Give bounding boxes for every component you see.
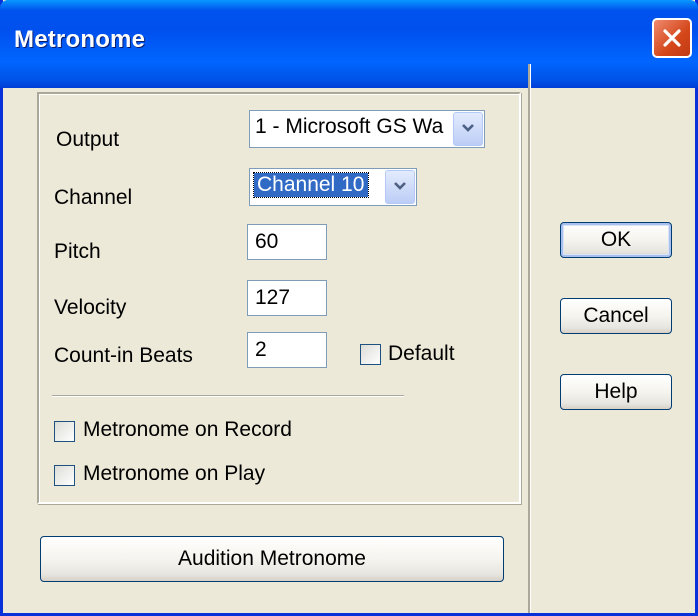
output-label: Output <box>56 128 120 151</box>
metronome-on-record-label[interactable]: Metronome on Record <box>83 418 292 442</box>
pitch-value: 60 <box>255 230 279 253</box>
metronome-dialog: Metronome Output 1 - Microsoft GS Wa Cha… <box>0 0 698 616</box>
vertical-divider <box>528 64 531 613</box>
metronome-on-record-checkbox[interactable] <box>54 421 75 442</box>
cancel-button-label: Cancel <box>583 304 649 327</box>
pitch-input[interactable]: 60 <box>247 224 327 260</box>
output-dropdown[interactable]: 1 - Microsoft GS Wa <box>249 110 485 148</box>
pitch-label: Pitch <box>54 240 101 263</box>
dialog-client-area: Output 1 - Microsoft GS Wa Channel Chann… <box>3 64 695 613</box>
count-in-beats-input[interactable]: 2 <box>247 332 327 368</box>
ok-button[interactable]: OK <box>560 222 672 258</box>
metronome-on-play-checkbox[interactable] <box>54 465 75 486</box>
cancel-button[interactable]: Cancel <box>560 298 672 334</box>
window-title: Metronome <box>14 26 146 53</box>
velocity-label: Velocity <box>54 296 127 319</box>
output-dropdown-button[interactable] <box>453 112 483 146</box>
chevron-down-icon <box>393 178 407 196</box>
channel-value: Channel 10 <box>252 172 370 198</box>
velocity-value: 127 <box>255 286 291 309</box>
ok-button-label: OK <box>600 228 632 251</box>
help-button-label: Help <box>594 380 638 403</box>
title-bar[interactable]: Metronome <box>0 0 698 88</box>
channel-dropdown-button[interactable] <box>385 170 415 204</box>
close-icon <box>661 27 683 49</box>
default-checkbox[interactable] <box>360 344 381 365</box>
audition-metronome-label: Audition Metronome <box>178 547 366 570</box>
audition-metronome-button[interactable]: Audition Metronome <box>40 536 504 582</box>
close-button[interactable] <box>652 18 692 58</box>
chevron-down-icon <box>461 120 475 138</box>
count-in-beats-value: 2 <box>255 338 267 361</box>
metronome-on-play-label[interactable]: Metronome on Play <box>83 462 265 486</box>
horizontal-separator <box>52 395 404 397</box>
default-label[interactable]: Default <box>388 342 455 366</box>
output-value: 1 - Microsoft GS Wa <box>255 115 444 138</box>
channel-label: Channel <box>54 186 133 209</box>
channel-dropdown[interactable]: Channel 10 <box>249 168 417 206</box>
help-button[interactable]: Help <box>560 374 672 410</box>
velocity-input[interactable]: 127 <box>247 280 327 316</box>
count-in-beats-label: Count-in Beats <box>54 344 193 367</box>
